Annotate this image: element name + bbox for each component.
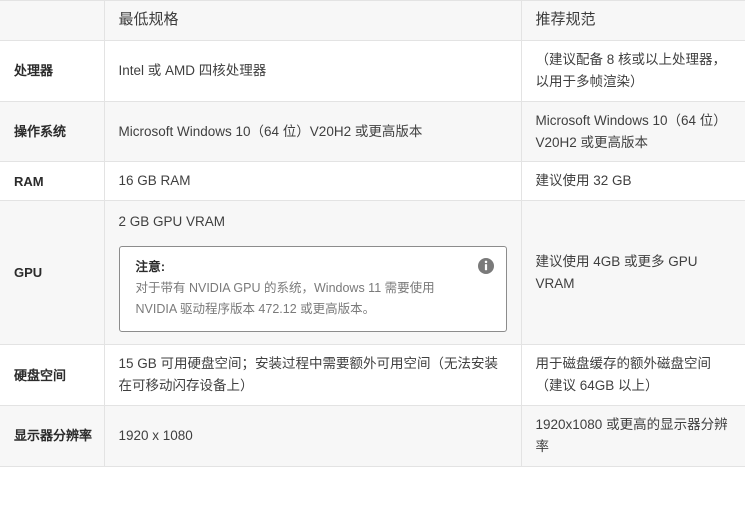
cell-recommended-processor: （建议配备 8 核或以上处理器，以用于多帧渲染） <box>521 40 745 102</box>
table-row: RAM 16 GB RAM 建议使用 32 GB <box>0 161 745 202</box>
column-header-label <box>0 0 105 41</box>
cell-minimum-operating-system: Microsoft Windows 10（64 位）V20H2 或更高版本 <box>104 100 522 163</box>
table-header-row: 最低规格 推荐规范 <box>0 0 745 41</box>
cell-minimum-gpu: 2 GB GPU VRAM 注意: 对于带有 NVIDIA GPU 的系统，Wi… <box>104 200 522 346</box>
system-requirements-table: 最低规格 推荐规范 处理器 Intel 或 AMD 四核处理器 （建议配备 8 … <box>0 0 745 467</box>
table-row: 处理器 Intel 或 AMD 四核处理器 （建议配备 8 核或以上处理器，以用… <box>0 40 745 102</box>
cell-recommended-operating-system: Microsoft Windows 10（64 位）V20H2 或更高版本 <box>521 100 745 163</box>
cell-minimum-display-resolution: 1920 x 1080 <box>104 405 522 467</box>
cell-minimum-disk-space: 15 GB 可用硬盘空间；安装过程中需要额外可用空间（无法安装在可移动闪存设备上… <box>104 344 522 407</box>
row-label-display-resolution: 显示器分辨率 <box>0 405 105 467</box>
cell-recommended-gpu: 建议使用 4GB 或更多 GPU VRAM <box>521 200 745 346</box>
gpu-vram-text: 2 GB GPU VRAM <box>118 214 226 230</box>
cell-recommended-ram: 建议使用 32 GB <box>521 161 745 202</box>
table-row: 显示器分辨率 1920 x 1080 1920x1080 或更高的显示器分辨率 <box>0 405 745 467</box>
cell-recommended-disk-space: 用于磁盘缓存的额外磁盘空间（建议 64GB 以上） <box>521 344 745 407</box>
row-label-operating-system: 操作系统 <box>0 100 105 163</box>
row-label-ram: RAM <box>0 161 105 202</box>
cell-minimum-processor: Intel 或 AMD 四核处理器 <box>104 40 522 102</box>
cell-minimum-ram: 16 GB RAM <box>104 161 522 202</box>
note-title: 注意: <box>135 260 166 275</box>
note-body: 对于带有 NVIDIA GPU 的系统，Windows 11 需要使用 NVID… <box>135 281 435 317</box>
cell-recommended-display-resolution: 1920x1080 或更高的显示器分辨率 <box>521 405 745 467</box>
table-header: 最低规格 推荐规范 <box>0 0 745 41</box>
column-header-recommended: 推荐规范 <box>521 0 745 41</box>
table-row: GPU 2 GB GPU VRAM 注意: 对于带有 NVIDIA GPU 的系… <box>0 200 745 346</box>
row-label-disk-space: 硬盘空间 <box>0 344 105 407</box>
table-body: 处理器 Intel 或 AMD 四核处理器 （建议配备 8 核或以上处理器，以用… <box>0 40 745 467</box>
row-label-gpu: GPU <box>0 200 105 346</box>
table-row: 硬盘空间 15 GB 可用硬盘空间；安装过程中需要额外可用空间（无法安装在可移动… <box>0 344 745 407</box>
row-label-processor: 处理器 <box>0 40 105 102</box>
gpu-note-box: 注意: 对于带有 NVIDIA GPU 的系统，Windows 11 需要使用 … <box>118 246 507 333</box>
table-row: 操作系统 Microsoft Windows 10（64 位）V20H2 或更高… <box>0 100 745 163</box>
info-icon[interactable] <box>477 257 494 275</box>
column-header-minimum: 最低规格 <box>104 0 522 41</box>
